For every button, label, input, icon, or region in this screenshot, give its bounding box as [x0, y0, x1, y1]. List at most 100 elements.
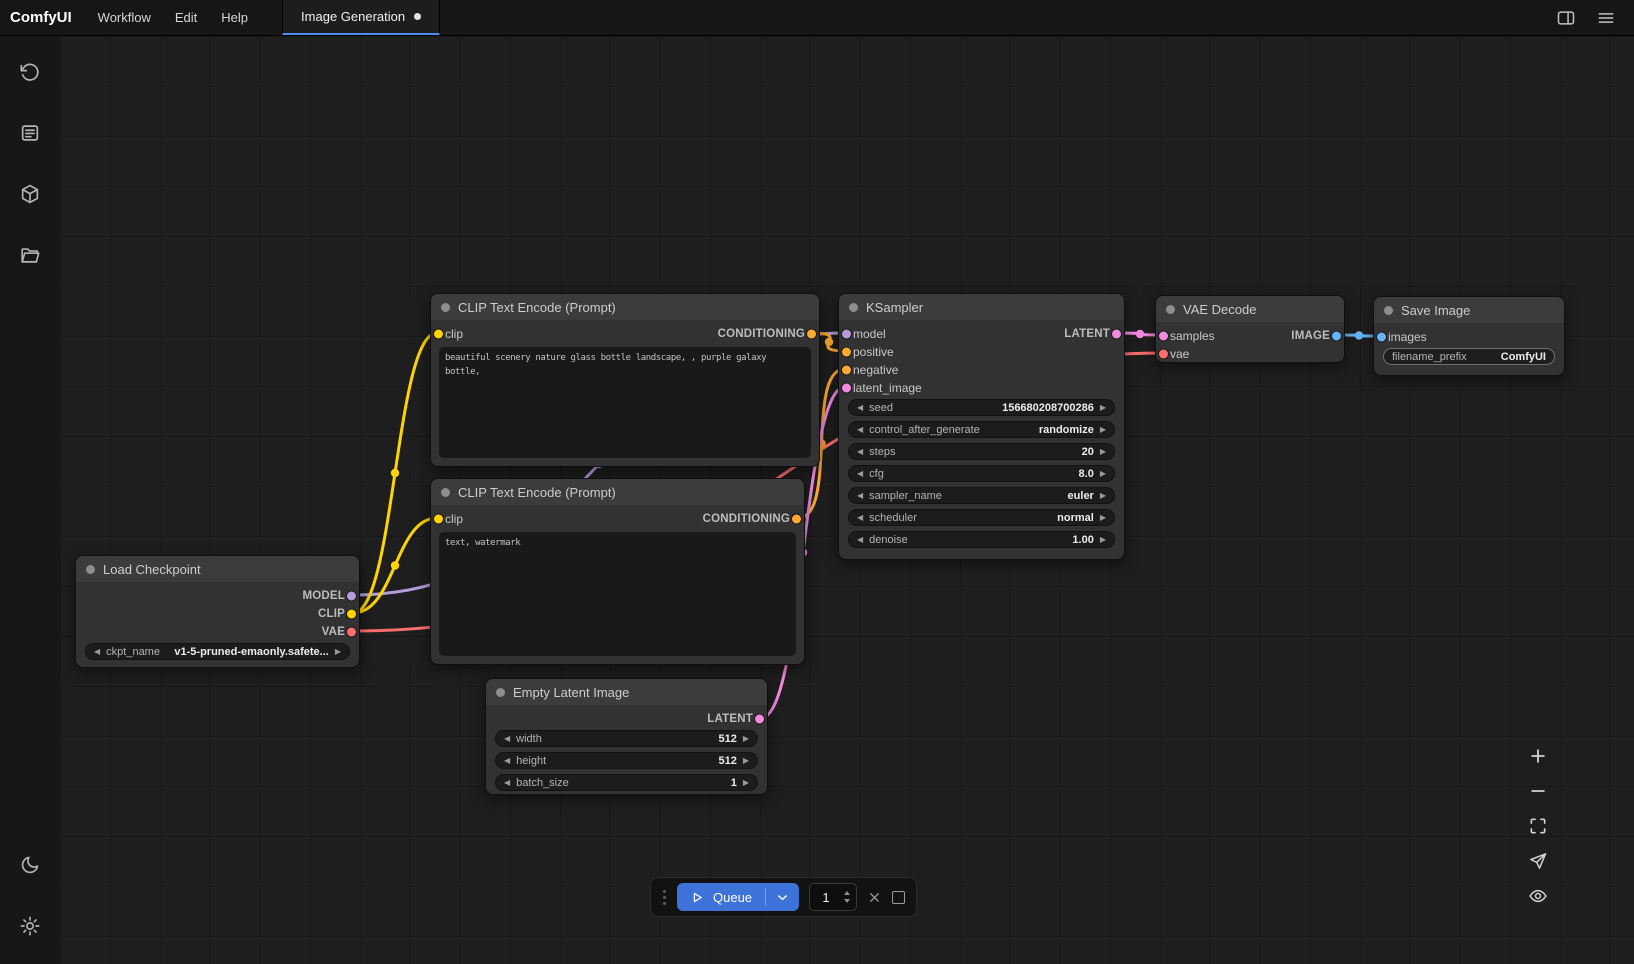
widget-batch_size[interactable]: ◀batch_size1▶ [495, 774, 758, 791]
output-slot-CONDITIONING[interactable] [792, 515, 801, 524]
increment-arrow-icon[interactable]: ▶ [743, 779, 749, 787]
node-title-bar[interactable]: Load Checkpoint [76, 556, 359, 582]
sidebar-history-button[interactable] [10, 52, 50, 92]
toggle-link-visibility-button[interactable] [1526, 886, 1550, 906]
node-ksampler[interactable]: KSamplermodelLATENTpositivenegativelaten… [838, 293, 1125, 560]
widget-scheduler[interactable]: ◀schedulernormal▶ [848, 509, 1115, 526]
input-slot-clip[interactable] [434, 515, 443, 524]
decrement-arrow-icon[interactable]: ◀ [857, 448, 863, 456]
output-slot-MODEL[interactable] [347, 592, 356, 601]
node-title-bar[interactable]: KSampler [839, 294, 1124, 320]
decrement-arrow-icon[interactable]: ◀ [94, 648, 100, 656]
node-clip-positive[interactable]: CLIP Text Encode (Prompt)clipCONDITIONIN… [430, 293, 820, 467]
queue-button[interactable]: Queue [677, 883, 765, 911]
output-slot-LATENT[interactable] [1112, 330, 1121, 339]
node-title-bar[interactable]: VAE Decode [1156, 296, 1344, 322]
sidebar-workflows-button[interactable] [10, 235, 50, 275]
main-menu-button[interactable] [1596, 8, 1616, 28]
widget-height[interactable]: ◀height512▶ [495, 752, 758, 769]
clear-queue-button[interactable] [867, 890, 882, 905]
increment-arrow-icon[interactable]: ▶ [1100, 492, 1106, 500]
toggle-panel-button[interactable] [1556, 8, 1576, 28]
decrement-arrow-icon[interactable]: ◀ [504, 735, 510, 743]
sidebar-queue-button[interactable] [10, 113, 50, 153]
decrement-arrow-icon[interactable]: ◀ [857, 536, 863, 544]
increment-arrow-icon[interactable]: ▶ [1100, 470, 1106, 478]
input-slot-images[interactable] [1377, 333, 1386, 342]
node-collapse-dot[interactable] [441, 303, 450, 312]
batch-count-stepper[interactable]: 1 [809, 883, 857, 911]
node-title-bar[interactable]: Save Image [1374, 297, 1564, 323]
output-slot-CONDITIONING[interactable] [807, 330, 816, 339]
workflow-tab[interactable]: Image Generation [282, 0, 440, 35]
node-save-image[interactable]: Save Imageimagesfilename_prefixComfyUI [1373, 296, 1565, 376]
increment-arrow-icon[interactable]: ▶ [1100, 536, 1106, 544]
node-title-bar[interactable]: Empty Latent Image [486, 679, 767, 705]
node-load-checkpoint[interactable]: Load CheckpointMODELCLIPVAE◀ckpt_namev1-… [75, 555, 360, 668]
output-slot-LATENT[interactable] [755, 715, 764, 724]
widget-steps[interactable]: ◀steps20▶ [848, 443, 1115, 460]
widget-filename_prefix[interactable]: filename_prefixComfyUI [1383, 348, 1555, 365]
input-slot-latent_image[interactable] [842, 384, 851, 393]
node-empty-latent[interactable]: Empty Latent ImageLATENT◀width512▶◀heigh… [485, 678, 768, 795]
menu-help[interactable]: Help [209, 0, 260, 35]
node-clip-negative[interactable]: CLIP Text Encode (Prompt)clipCONDITIONIN… [430, 478, 805, 665]
input-slot-vae[interactable] [1159, 350, 1168, 359]
input-slot-negative[interactable] [842, 366, 851, 375]
widget-control_after_generate[interactable]: ◀control_after_generaterandomize▶ [848, 421, 1115, 438]
decrement-arrow-icon[interactable]: ◀ [857, 470, 863, 478]
theme-toggle-button[interactable] [10, 845, 50, 885]
increment-arrow-icon[interactable]: ▶ [743, 757, 749, 765]
zoom-in-button[interactable] [1526, 746, 1550, 766]
interrupt-button[interactable] [892, 891, 905, 904]
drag-handle-icon[interactable] [662, 890, 667, 905]
decrement-arrow-icon[interactable]: ◀ [504, 779, 510, 787]
pointer-mode-button[interactable] [1526, 851, 1550, 871]
decrement-arrow-icon[interactable]: ◀ [504, 757, 510, 765]
node-collapse-dot[interactable] [86, 565, 95, 574]
widget-ckpt_name[interactable]: ◀ckpt_namev1-5-pruned-emaonly.safete...▶ [85, 643, 350, 660]
widget-sampler_name[interactable]: ◀sampler_nameeuler▶ [848, 487, 1115, 504]
menu-edit[interactable]: Edit [163, 0, 209, 35]
input-slot-positive[interactable] [842, 348, 851, 357]
sidebar-node-library-button[interactable] [10, 174, 50, 214]
widget-seed[interactable]: ◀seed156680208700286▶ [848, 399, 1115, 416]
node-title-bar[interactable]: CLIP Text Encode (Prompt) [431, 294, 819, 320]
zoom-out-button[interactable] [1526, 781, 1550, 801]
decrement-icon[interactable] [844, 899, 850, 903]
node-collapse-dot[interactable] [441, 488, 450, 497]
widget-cfg[interactable]: ◀cfg8.0▶ [848, 465, 1115, 482]
increment-arrow-icon[interactable]: ▶ [1100, 448, 1106, 456]
node-collapse-dot[interactable] [849, 303, 858, 312]
menu-workflow[interactable]: Workflow [86, 0, 163, 35]
prompt-textarea[interactable]: text, watermark [439, 532, 796, 656]
increment-arrow-icon[interactable]: ▶ [1100, 404, 1106, 412]
increment-icon[interactable] [844, 891, 850, 895]
close-icon [867, 890, 882, 905]
decrement-arrow-icon[interactable]: ◀ [857, 404, 863, 412]
node-vae-decode[interactable]: VAE DecodesamplesIMAGEvae [1155, 295, 1345, 363]
increment-arrow-icon[interactable]: ▶ [1100, 514, 1106, 522]
fit-view-button[interactable] [1526, 816, 1550, 836]
output-slot-CLIP[interactable] [347, 610, 356, 619]
settings-button[interactable] [10, 906, 50, 946]
input-slot-clip[interactable] [434, 330, 443, 339]
node-collapse-dot[interactable] [1166, 305, 1175, 314]
widget-width[interactable]: ◀width512▶ [495, 730, 758, 747]
decrement-arrow-icon[interactable]: ◀ [857, 514, 863, 522]
prompt-textarea[interactable]: beautiful scenery nature glass bottle la… [439, 347, 811, 458]
input-slot-samples[interactable] [1159, 332, 1168, 341]
decrement-arrow-icon[interactable]: ◀ [857, 426, 863, 434]
node-collapse-dot[interactable] [1384, 306, 1393, 315]
widget-denoise[interactable]: ◀denoise1.00▶ [848, 531, 1115, 548]
increment-arrow-icon[interactable]: ▶ [743, 735, 749, 743]
input-slot-model[interactable] [842, 330, 851, 339]
node-collapse-dot[interactable] [496, 688, 505, 697]
increment-arrow-icon[interactable]: ▶ [335, 648, 341, 656]
increment-arrow-icon[interactable]: ▶ [1100, 426, 1106, 434]
queue-options-button[interactable] [766, 883, 799, 911]
output-slot-IMAGE[interactable] [1332, 332, 1341, 341]
decrement-arrow-icon[interactable]: ◀ [857, 492, 863, 500]
node-title-bar[interactable]: CLIP Text Encode (Prompt) [431, 479, 804, 505]
output-slot-VAE[interactable] [347, 628, 356, 637]
